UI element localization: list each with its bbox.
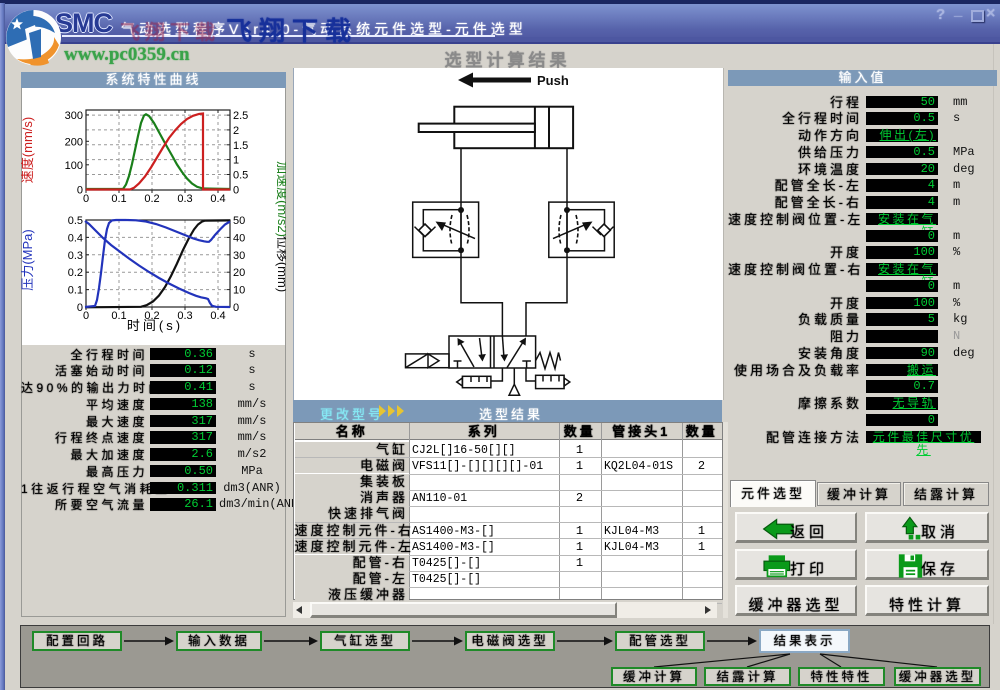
svg-text:0: 0	[83, 193, 89, 205]
svg-text:Push: Push	[537, 73, 569, 88]
svg-text:0.1: 0.1	[111, 310, 126, 322]
svg-text:2.5: 2.5	[233, 110, 248, 122]
svg-text:0.4: 0.4	[210, 193, 225, 205]
svg-text:0.5: 0.5	[68, 215, 83, 227]
svg-text:40: 40	[233, 232, 245, 244]
svg-text:0.1: 0.1	[68, 285, 83, 297]
svg-text:0.3: 0.3	[68, 250, 83, 262]
svg-text:位移(mm): 位移(mm)	[275, 236, 286, 292]
svg-text:0.3: 0.3	[177, 193, 192, 205]
svg-text:2: 2	[233, 125, 239, 137]
svg-text:速度(mm/s): 速度(mm/s)	[21, 117, 35, 183]
svg-text:200: 200	[65, 136, 83, 148]
svg-text:0.4: 0.4	[68, 232, 83, 244]
svg-text:10: 10	[233, 285, 245, 297]
svg-text:加速度(m/s2): 加速度(m/s2)	[275, 161, 286, 237]
svg-text:100: 100	[65, 160, 83, 172]
svg-text:0.2: 0.2	[144, 193, 159, 205]
svg-text:50: 50	[233, 215, 245, 227]
svg-text:0.4: 0.4	[210, 310, 225, 322]
svg-text:1: 1	[233, 155, 239, 167]
svg-text:1.5: 1.5	[233, 140, 248, 152]
svg-text:0.2: 0.2	[68, 267, 83, 279]
svg-text:0: 0	[233, 302, 239, 314]
svg-text:30: 30	[233, 250, 245, 262]
svg-text:压力(MPa): 压力(MPa)	[21, 229, 35, 290]
svg-text:时间(s): 时间(s)	[127, 318, 183, 333]
svg-text:20: 20	[233, 267, 245, 279]
svg-text:300: 300	[65, 110, 83, 122]
svg-text:0: 0	[233, 184, 239, 196]
svg-text:0: 0	[83, 310, 89, 322]
svg-text:0.1: 0.1	[111, 193, 126, 205]
svg-text:0.5: 0.5	[233, 170, 248, 182]
